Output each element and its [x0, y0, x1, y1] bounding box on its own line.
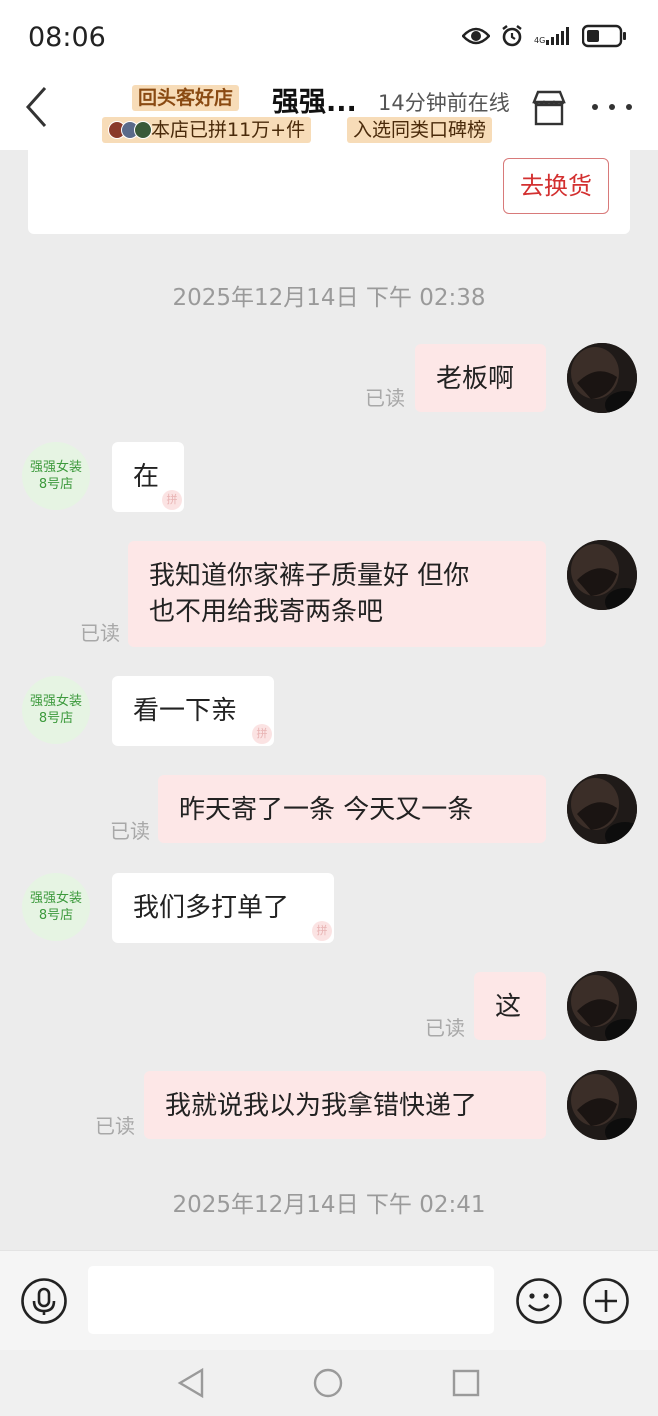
pinduoduo-watermark-icon: 拼 [252, 724, 272, 744]
message-text: 在 [133, 462, 160, 492]
shop-avatar-line2: 8号店 [38, 908, 74, 923]
message-input[interactable] [88, 1266, 494, 1334]
stats-text: 本店已拼11万+件 [151, 119, 306, 141]
shop-avatar[interactable]: 强强女装 8号店 [22, 873, 90, 941]
message-text: 我们多打单了 [133, 893, 290, 923]
message-text: 我就说我以为我拿错快递了 [165, 1091, 478, 1121]
eye-icon [462, 27, 490, 45]
read-receipt: 已读 [110, 819, 150, 843]
message-bubble-outgoing[interactable]: 这 [474, 972, 546, 1040]
my-avatar[interactable] [567, 774, 637, 844]
shop-avatar[interactable]: 强强女装 8号店 [22, 442, 90, 510]
read-receipt: 已读 [95, 1114, 135, 1138]
status-bar: 08:06 4G [0, 0, 658, 78]
my-avatar[interactable] [567, 971, 637, 1041]
message-bubble-outgoing[interactable]: 老板啊 [415, 344, 546, 412]
nav-home-icon[interactable] [313, 1368, 343, 1398]
nav-recents-icon[interactable] [452, 1369, 480, 1397]
my-avatar[interactable] [567, 1070, 637, 1140]
read-receipt: 已读 [365, 386, 405, 410]
status-time: 08:06 [28, 22, 106, 53]
message-text-line1: 我知道你家裤子质量好 但你 [149, 561, 470, 591]
message-bubble-outgoing[interactable]: 我知道你家裤子质量好 但你 也不用给我寄两条吧 [128, 541, 546, 647]
shop-avatar[interactable]: 强强女装 8号店 [22, 676, 90, 744]
my-avatar[interactable] [567, 540, 637, 610]
message-text: 看一下亲 [133, 696, 238, 726]
buyer-avatars [108, 121, 152, 139]
chat-header: 回头客好店 强强... 14分钟前在线 本店已拼11万+件 入选同类口碑榜 [0, 78, 658, 150]
microphone-icon[interactable] [20, 1277, 68, 1325]
message-text-line2: 也不用给我寄两条吧 [149, 597, 384, 627]
system-nav-bar [0, 1350, 658, 1416]
exchange-button[interactable]: 去换货 [503, 158, 609, 214]
signal-icon: 4G [534, 27, 569, 45]
emoji-icon[interactable] [515, 1277, 563, 1325]
message-text: 老板啊 [436, 364, 515, 394]
rank-badge[interactable]: 入选同类口碑榜 [347, 117, 493, 143]
read-receipt: 已读 [80, 621, 120, 645]
shop-avatar-line1: 强强女装 [29, 694, 82, 709]
battery-icon [582, 24, 626, 48]
message-bubble-incoming[interactable]: 在拼 [112, 442, 184, 512]
message-bubble-outgoing[interactable]: 昨天寄了一条 今天又一条 [158, 775, 546, 843]
plus-icon[interactable] [582, 1277, 630, 1325]
nav-back-icon[interactable] [176, 1367, 206, 1399]
stats-badge: 本店已拼11万+件 [102, 117, 312, 143]
online-status: 14分钟前在线 [378, 91, 510, 115]
shop-avatar-line1: 强强女装 [29, 891, 82, 906]
shop-avatar-line1: 强强女装 [29, 460, 82, 475]
pinduoduo-watermark-icon: 拼 [312, 921, 332, 941]
order-card: 去换货 [28, 150, 630, 234]
returns-badge: 回头客好店 [132, 85, 240, 111]
shop-avatar-line2: 8号店 [38, 711, 74, 726]
store-icon[interactable] [529, 88, 569, 128]
message-bubble-incoming[interactable]: 我们多打单了拼 [112, 873, 334, 943]
message-bubble-incoming[interactable]: 看一下亲拼 [112, 676, 274, 746]
message-text: 昨天寄了一条 今天又一条 [179, 795, 474, 825]
back-icon[interactable] [20, 82, 60, 132]
store-name[interactable]: 强强... [272, 80, 357, 119]
message-text: 这 [495, 992, 522, 1022]
more-icon[interactable] [590, 102, 634, 112]
timestamp: 2025年12月14日 下午 02:41 [172, 1192, 486, 1218]
status-icons: 4G [462, 24, 628, 48]
alarm-icon [502, 25, 522, 47]
read-receipt: 已读 [425, 1016, 465, 1040]
pinduoduo-watermark-icon: 拼 [162, 490, 182, 510]
timestamp: 2025年12月14日 下午 02:38 [172, 285, 486, 311]
shop-avatar-line2: 8号店 [38, 477, 74, 492]
svg-text:4G: 4G [534, 36, 545, 45]
input-bar [0, 1250, 658, 1351]
message-bubble-outgoing[interactable]: 我就说我以为我拿错快递了 [144, 1071, 546, 1139]
my-avatar[interactable] [567, 343, 637, 413]
